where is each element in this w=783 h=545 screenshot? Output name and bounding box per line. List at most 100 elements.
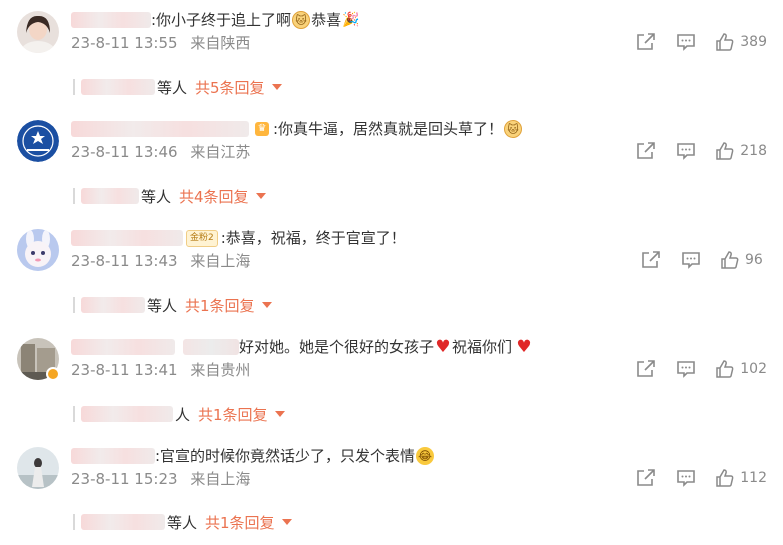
thumbs-up-icon <box>716 469 734 487</box>
blurred-username[interactable] <box>81 79 155 95</box>
comment-actions: 218 <box>616 142 767 160</box>
reply-summary[interactable]: 等人 共1条回复 <box>73 295 272 315</box>
like-count: 102 <box>740 361 767 377</box>
like-button[interactable]: 96 <box>721 251 767 269</box>
reply-divider <box>73 188 75 204</box>
reply-divider <box>73 406 75 422</box>
comment-text: :官宣的时候你竟然话少了，只发个表情 😂 <box>71 445 435 467</box>
blurred-username[interactable] <box>71 121 249 137</box>
comment-actions: 389 <box>616 33 767 51</box>
view-replies-link[interactable]: 共1条回复 <box>185 295 255 316</box>
share-button[interactable] <box>636 360 656 378</box>
avatar[interactable] <box>17 447 59 489</box>
comment-icon <box>677 34 696 51</box>
share-icon <box>637 360 656 377</box>
like-count: 112 <box>740 470 767 486</box>
avatar[interactable] <box>17 11 59 53</box>
blurred-text <box>183 339 239 355</box>
comment-location: 来自上海 <box>190 252 251 270</box>
blurred-username[interactable] <box>71 448 155 464</box>
comment-date: 23-8-11 13:46 <box>71 143 178 161</box>
comment-actions: 112 <box>616 469 767 487</box>
comment-text: 好对她。她是个很好的女孩子 ♥ 祝福你们 ♥ <box>71 336 533 358</box>
comment-item: :官宣的时候你竟然话少了，只发个表情 😂 23-8-11 15:23 来自上海 … <box>0 436 783 545</box>
comment-text: ♛ :你真牛逼，居然真就是回头草了！ 🐱 <box>71 118 523 140</box>
comment-icon <box>677 470 696 487</box>
chevron-down-icon[interactable] <box>281 519 292 525</box>
like-count: 389 <box>740 34 767 50</box>
comment-meta: 23-8-11 13:43 来自上海 <box>71 252 250 270</box>
blurred-username[interactable] <box>71 230 183 246</box>
chevron-down-icon[interactable] <box>271 84 282 90</box>
share-button[interactable] <box>636 469 656 487</box>
reply-summary[interactable]: 等人 共5条回复 <box>73 77 282 97</box>
reply-divider <box>73 514 75 530</box>
comment-text: :你小子终于追上了啊 🐱 恭喜 🎉 <box>71 9 360 31</box>
share-button[interactable] <box>636 142 656 160</box>
view-replies-link[interactable]: 共5条回复 <box>195 77 265 98</box>
reply-summary[interactable]: 人 共1条回复 <box>73 404 285 424</box>
comment-meta: 23-8-11 13:46 来自江苏 <box>71 143 250 161</box>
comment-actions: 96 <box>621 251 767 269</box>
comment-icon <box>682 252 700 269</box>
thumbs-up-icon <box>716 33 734 51</box>
comment-text: 金粉2 :恭喜，祝福，终于官宣了！ <box>71 227 406 249</box>
blurred-username[interactable] <box>81 406 173 422</box>
comment-button[interactable] <box>676 142 696 160</box>
comment-item: 好对她。她是个很好的女孩子 ♥ 祝福你们 ♥ 23-8-11 13:41 来自贵… <box>0 327 783 436</box>
avatar[interactable] <box>17 229 59 271</box>
comment-button[interactable] <box>676 469 696 487</box>
comment-location: 来自陕西 <box>190 34 251 52</box>
view-replies-link[interactable]: 共1条回复 <box>198 404 268 425</box>
comment-meta: 23-8-11 13:41 来自贵州 <box>71 361 250 379</box>
share-button[interactable] <box>636 33 656 51</box>
comment-date: 23-8-11 13:41 <box>71 361 178 379</box>
share-icon <box>642 251 660 268</box>
comment-button[interactable] <box>676 33 696 51</box>
comment-item: ♛ :你真牛逼，居然真就是回头草了！ 🐱 23-8-11 13:46 来自江苏 … <box>0 109 783 218</box>
comment-icon <box>677 361 696 378</box>
thumbs-up-icon <box>716 142 734 160</box>
reply-summary[interactable]: 等人 共1条回复 <box>73 512 292 532</box>
like-button[interactable]: 112 <box>716 469 767 487</box>
red-heart-emoji: ♥ <box>516 337 532 357</box>
red-heart-emoji: ♥ <box>435 337 451 357</box>
blurred-username[interactable] <box>81 188 139 204</box>
crown-emoji: ♛ <box>255 122 269 136</box>
like-count: 218 <box>740 143 767 159</box>
comment-button[interactable] <box>681 251 701 269</box>
laughing-tears-emoji: 😂 <box>416 447 435 465</box>
view-replies-link[interactable]: 共1条回复 <box>205 512 275 533</box>
fan-level-badge: 金粉2 <box>186 229 218 247</box>
like-button[interactable]: 102 <box>716 360 767 378</box>
chevron-down-icon[interactable] <box>255 193 266 199</box>
view-replies-link[interactable]: 共4条回复 <box>179 186 249 207</box>
cat-emoji: 🐱 <box>292 11 311 29</box>
avatar[interactable] <box>17 120 59 162</box>
comment-button[interactable] <box>676 360 696 378</box>
cat-emoji: 🐱 <box>504 120 523 138</box>
comment-item: 金粉2 :恭喜，祝福，终于官宣了！ 23-8-11 13:43 来自上海 96 … <box>0 218 783 327</box>
reply-divider <box>73 297 75 313</box>
chevron-down-icon[interactable] <box>274 411 285 417</box>
thumbs-up-icon <box>721 251 739 269</box>
comment-location: 来自江苏 <box>190 143 251 161</box>
comment-location: 来自上海 <box>190 470 251 488</box>
share-icon <box>637 33 656 50</box>
comment-item: :你小子终于追上了啊 🐱 恭喜 🎉 23-8-11 13:55 来自陕西 389… <box>0 0 783 109</box>
share-button[interactable] <box>641 251 661 269</box>
comment-location: 来自贵州 <box>190 361 251 379</box>
like-button[interactable]: 218 <box>716 142 767 160</box>
reply-summary[interactable]: 等人 共4条回复 <box>73 186 266 206</box>
reply-divider <box>73 79 75 95</box>
blurred-username[interactable] <box>71 339 175 355</box>
verified-badge-icon <box>46 367 60 381</box>
blurred-username[interactable] <box>81 297 145 313</box>
chevron-down-icon[interactable] <box>261 302 272 308</box>
blurred-username[interactable] <box>81 514 165 530</box>
thumbs-up-icon <box>716 360 734 378</box>
blurred-username[interactable] <box>71 12 151 28</box>
comment-actions: 102 <box>616 360 767 378</box>
like-button[interactable]: 389 <box>716 33 767 51</box>
party-popper-emoji: 🎉 <box>342 12 360 28</box>
